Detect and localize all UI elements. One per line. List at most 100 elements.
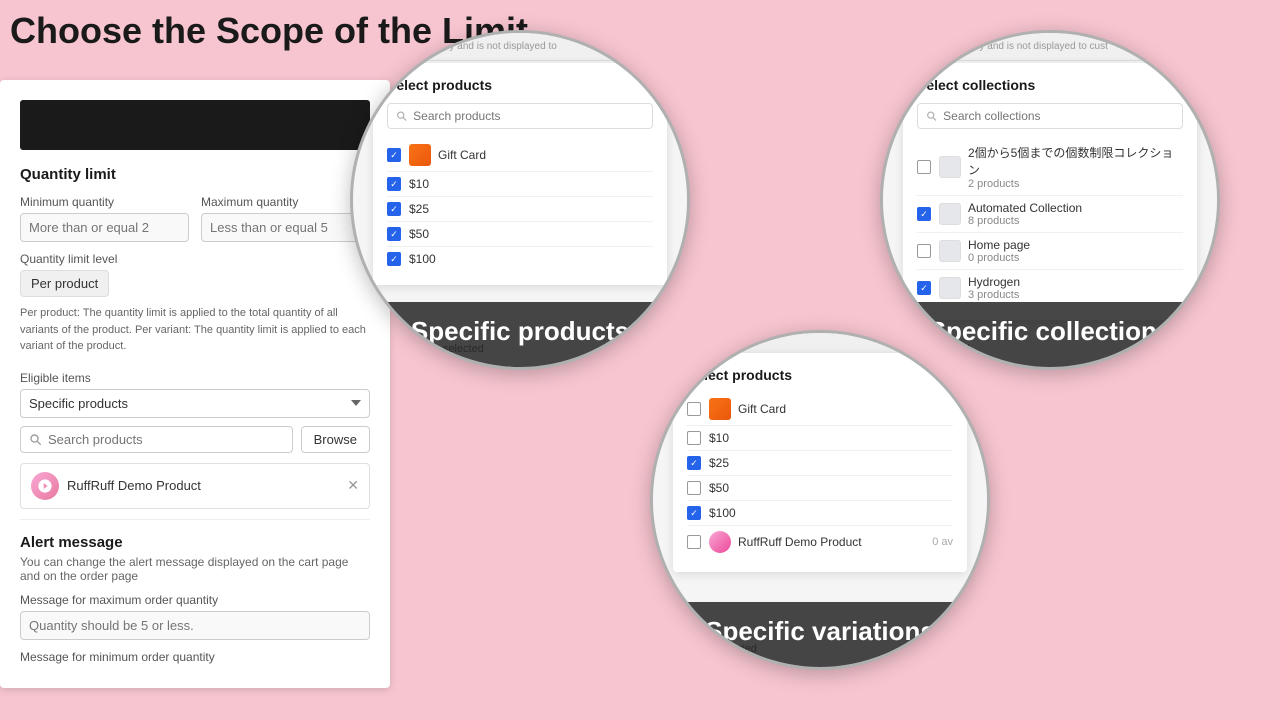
checkbox-100[interactable] xyxy=(387,252,401,266)
variant-10: $10 xyxy=(409,177,429,191)
variations-label: Specific variations xyxy=(653,602,987,667)
coll2-thumb xyxy=(939,203,961,225)
popup-products-search-input[interactable] xyxy=(413,109,644,123)
remove-product-button[interactable]: ✕ xyxy=(347,477,359,494)
qty-level-label: Quantity limit level xyxy=(20,252,370,266)
checkbox-coll4[interactable] xyxy=(917,281,931,295)
checkbox-coll2[interactable] xyxy=(917,207,931,221)
magnifier-collections: rative purposes only and is not displaye… xyxy=(880,30,1220,370)
checkbox-v-100[interactable] xyxy=(687,506,701,520)
coll2-sub: 8 products xyxy=(968,215,1082,227)
checkbox-25[interactable] xyxy=(387,202,401,216)
max-qty-input[interactable] xyxy=(201,213,370,242)
search-row: Browse xyxy=(20,426,370,453)
list-item: Automated Collection 8 products xyxy=(917,196,1183,233)
mag-collections-inner: rative purposes only and is not displaye… xyxy=(883,33,1217,367)
checkbox-v-25[interactable] xyxy=(687,456,701,470)
max-msg-input[interactable] xyxy=(20,611,370,640)
popup-collections: Select collections 2個から5個までの個数制限コレクション 2… xyxy=(903,63,1197,320)
redacted-bar xyxy=(20,100,370,150)
coll2-name: Automated Collection xyxy=(968,201,1082,215)
max-qty-field: Maximum quantity xyxy=(201,195,370,242)
max-msg-label: Message for maximum order quantity xyxy=(20,593,370,607)
mag-variations-inner: n products Select products Gift Card $10… xyxy=(653,333,987,667)
coll4-info: Hydrogen 3 products xyxy=(968,275,1020,301)
checkbox-v-50[interactable] xyxy=(687,481,701,495)
variant-100: $100 xyxy=(409,252,436,266)
coll3-info: Home page 0 products xyxy=(968,238,1030,264)
per-product-badge: Per product xyxy=(20,270,109,297)
alert-title: Alert message xyxy=(20,534,370,551)
giftcard-thumb xyxy=(409,144,431,166)
list-item: Gift Card xyxy=(387,139,653,172)
product-tag: RuffRuff Demo Product ✕ xyxy=(20,463,370,509)
min-msg-label: Message for minimum order quantity xyxy=(20,650,370,664)
eligible-label: Eligible items xyxy=(20,371,370,385)
checkbox-v-10[interactable] xyxy=(687,431,701,445)
list-item: $100 xyxy=(687,501,953,526)
coll3-name: Home page xyxy=(968,238,1030,252)
v-ruff-thumb xyxy=(709,531,731,553)
quantity-limit-title: Quantity limit xyxy=(20,166,370,183)
popup-variations-title: Select products xyxy=(687,367,953,383)
v-variant-50: $50 xyxy=(709,481,729,495)
list-item: Gift Card xyxy=(687,393,953,426)
min-qty-input[interactable] xyxy=(20,213,189,242)
top-strip-products: rative purposes only and is not displaye… xyxy=(353,33,687,61)
list-item: $100 xyxy=(387,247,653,271)
checkbox-coll3[interactable] xyxy=(917,244,931,258)
per-product-desc: Per product: The quantity limit is appli… xyxy=(20,305,370,355)
v-variant-100: $100 xyxy=(709,506,736,520)
coll3-sub: 0 products xyxy=(968,252,1030,264)
search-icon-collections xyxy=(926,110,937,122)
search-icon xyxy=(29,433,42,446)
popup-collections-search-input[interactable] xyxy=(943,109,1174,123)
checkbox-10[interactable] xyxy=(387,177,401,191)
v-variant-10: $10 xyxy=(709,431,729,445)
coll2-info: Automated Collection 8 products xyxy=(968,201,1082,227)
list-item: $10 xyxy=(687,426,953,451)
list-item: Home page 0 products xyxy=(917,233,1183,270)
product-name: RuffRuff Demo Product xyxy=(67,478,347,493)
variant-25: $25 xyxy=(409,202,429,216)
coll1-sub: 2 products xyxy=(968,178,1183,190)
list-item: RuffRuff Demo Product 0 av xyxy=(687,526,953,558)
coll4-sub: 3 products xyxy=(968,289,1020,301)
checkbox-giftcard[interactable] xyxy=(387,148,401,162)
mag-products-inner: rative purposes only and is not displaye… xyxy=(353,33,687,367)
coll1-name: 2個から5個までの個数制限コレクション xyxy=(968,144,1183,178)
magnifier-products: rative purposes only and is not displaye… xyxy=(350,30,690,370)
admin-panel: Quantity limit Minimum quantity Maximum … xyxy=(0,80,390,688)
checkbox-v-giftcard[interactable] xyxy=(687,402,701,416)
coll3-thumb xyxy=(939,240,961,262)
alert-section: Alert message You can change the alert m… xyxy=(20,519,370,664)
popup-products-search xyxy=(387,103,653,129)
eligible-select[interactable]: Specific products xyxy=(20,389,370,418)
search-wrap xyxy=(20,426,293,453)
popup-products-title: Select products xyxy=(387,77,653,93)
browse-button[interactable]: Browse xyxy=(301,426,370,453)
coll1-info: 2個から5個までの個数制限コレクション 2 products xyxy=(968,144,1183,190)
list-item: $50 xyxy=(687,476,953,501)
list-item: $50 xyxy=(387,222,653,247)
alert-desc: You can change the alert message display… xyxy=(20,555,370,583)
checkbox-v-ruff[interactable] xyxy=(687,535,701,549)
min-qty-field: Minimum quantity xyxy=(20,195,189,242)
qty-row: Minimum quantity Maximum quantity xyxy=(20,195,370,242)
v-ruff-label: RuffRuff Demo Product xyxy=(738,535,862,549)
list-item: $25 xyxy=(387,197,653,222)
product-avatar xyxy=(31,472,59,500)
eligible-section: Eligible items Specific products Browse … xyxy=(20,371,370,509)
search-products-input[interactable] xyxy=(48,432,284,447)
popup-products: Select products Gift Card $10 $25 xyxy=(373,63,667,285)
coll4-thumb xyxy=(939,277,961,299)
v-giftcard-thumb xyxy=(709,398,731,420)
max-qty-label: Maximum quantity xyxy=(201,195,370,209)
v-giftcard-label: Gift Card xyxy=(738,402,786,416)
checkbox-50[interactable] xyxy=(387,227,401,241)
min-qty-label: Minimum quantity xyxy=(20,195,189,209)
popup-collections-title: Select collections xyxy=(917,77,1183,93)
list-item: $10 xyxy=(387,172,653,197)
list-item: Hydrogen 3 products xyxy=(917,270,1183,306)
checkbox-coll1[interactable] xyxy=(917,160,931,174)
